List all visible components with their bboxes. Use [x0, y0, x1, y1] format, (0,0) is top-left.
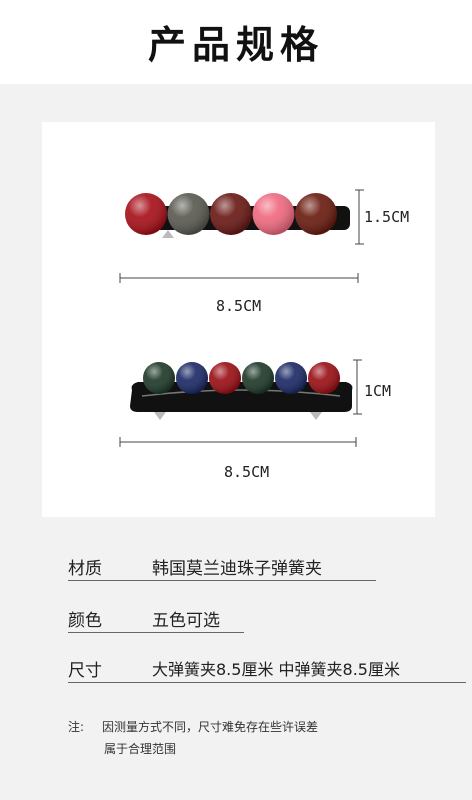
spec-value-size: 大弹簧夹8.5厘米 中弹簧夹8.5厘米 [152, 660, 400, 679]
note-label: 注: [68, 720, 85, 734]
bottom-clip [130, 362, 353, 420]
bottom-clip-bead-shine-6 [308, 362, 340, 394]
spec-label-color: 颜色 [68, 611, 102, 631]
bottom-clip-bead-shine-1 [143, 362, 175, 394]
header: 产品规格 [0, 0, 472, 84]
bottom-clip-bead-shine-3 [209, 362, 241, 394]
spec-divider-size [68, 682, 466, 683]
bottom-clip-hinge-left [154, 412, 166, 420]
top-clip-bead-shine-5 [295, 193, 337, 235]
bottom-length-dimension: 8.5CM [119, 437, 357, 481]
top-clip-hinge [162, 230, 174, 238]
note-line-2: 属于合理范围 [104, 742, 177, 756]
bottom-height-dimension: 1CM [353, 359, 391, 415]
bottom-clip-bead-shine-4 [242, 362, 274, 394]
top-clip-bead-shine-1 [125, 193, 167, 235]
bottom-clip-bead-shine-2 [176, 362, 208, 394]
bottom-height-label: 1CM [364, 382, 391, 400]
bottom-clip-bead-shine-5 [275, 362, 307, 394]
note-line-1: 因测量方式不同，尺寸难免存在些许误差 [102, 720, 319, 734]
bottom-length-label: 8.5CM [224, 463, 269, 481]
spec-value-color: 五色可选 [152, 611, 220, 631]
top-clip-bead-shine-4 [252, 193, 295, 235]
top-clip-bead-shine-2 [167, 193, 210, 235]
spec-value-material: 韩国莫兰迪珠子弹簧夹 [152, 559, 322, 579]
page-title: 产品规格 [147, 23, 324, 67]
top-length-dimension: 8.5CM [119, 273, 359, 315]
bottom-clip-hinge-right [310, 412, 322, 420]
spec-label-material: 材质 [68, 559, 102, 579]
top-height-label: 1.5CM [364, 208, 409, 226]
spec-divider-color [68, 632, 244, 633]
product-photo: 1.5CM 8.5CM 1CM 8.5CM [42, 122, 435, 517]
product-illustration: 1.5CM 8.5CM 1CM 8.5CM [119, 189, 409, 481]
top-clip-bead-shine-3 [210, 193, 252, 235]
top-clip-beads [125, 193, 337, 235]
top-clip [125, 193, 350, 238]
top-length-label: 8.5CM [216, 297, 261, 315]
spec-label-size: 尺寸 [68, 661, 102, 681]
top-height-dimension: 1.5CM [355, 189, 409, 245]
spec-divider-material [68, 580, 376, 581]
